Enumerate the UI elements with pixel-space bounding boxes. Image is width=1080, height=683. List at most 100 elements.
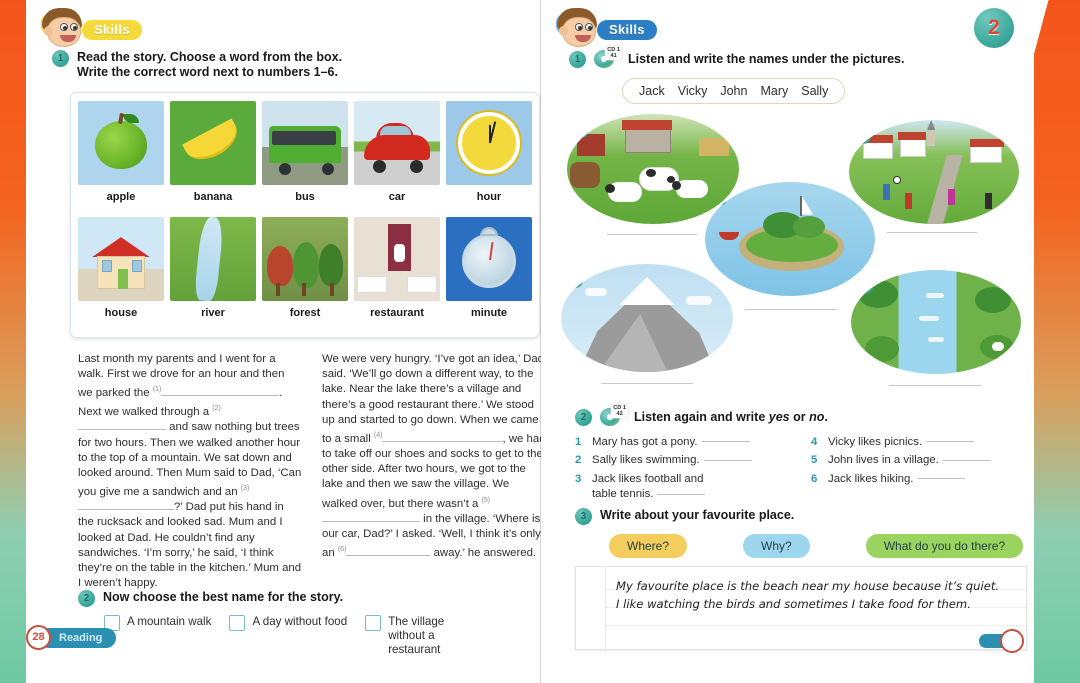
yes-no-item[interactable]: 3 Jack likes football and table tennis. [575,472,787,503]
page-number-right [1000,629,1024,653]
choice-label: The village without a restaurant [388,615,445,656]
vocabulary-label: banana [193,191,233,203]
picture-3-answer-line[interactable] [745,309,837,310]
blank-number-5: (5) [481,496,491,504]
item-number: 4 [811,436,818,448]
item-text: Jack likes hiking. [828,472,914,485]
item-text: Mary has got a pony. [592,436,698,448]
prompt-pill-why[interactable]: Why? [743,534,810,558]
names-word-bank: Jack Vicky John Mary Sally [622,78,846,104]
vocabulary-picture-box: apple banana bus car hour house river fo… [70,92,540,338]
yes-no-item[interactable]: 6 Jack likes hiking. [811,472,1023,487]
vocabulary-cell-hour[interactable]: hour [446,101,532,213]
cd-audio-icon[interactable]: CD 1 41 [594,46,622,70]
story-text: Last month my parents and I went for a w… [78,352,546,591]
vocabulary-label: forest [289,307,321,319]
handwriting-answer-box[interactable]: My favourite place is the beach near my … [575,566,1027,650]
item-number: 2 [575,454,582,467]
vocabulary-label: minute [470,307,508,319]
name-option-jack[interactable]: Jack [639,84,665,98]
answer-blank[interactable] [701,441,750,443]
ruled-line [606,625,1026,626]
story-blank-1[interactable] [161,395,280,397]
story-blank-2[interactable] [78,429,166,431]
story-blank-4[interactable] [382,440,503,442]
item-number: 5 [811,454,818,467]
prompt-pill-what[interactable]: What do you do there? [865,534,1024,558]
picture-4-answer-line[interactable] [601,383,693,384]
picture-number-3: 3 [712,191,727,206]
title-no: no [809,409,825,424]
vocabulary-cell-forest[interactable]: forest [262,217,348,329]
skills-badge-left: Skills [82,20,142,40]
cd-audio-icon-2[interactable]: CD 1 42 [600,404,628,428]
title-or: or [789,409,810,424]
exercise-2-title-left: Now choose the best name for the story. [103,590,344,604]
picture-2-village[interactable]: 2 [849,120,1019,224]
picture-1-answer-line[interactable] [607,234,697,235]
picture-3-island[interactable]: 3 [705,182,875,296]
house-icon [78,217,164,301]
exercise-2-header-right: 2 CD 1 42 Listen again and write yes or … [575,404,1025,428]
name-option-sally[interactable]: Sally [801,84,828,98]
vocabulary-cell-bus[interactable]: bus [262,101,348,213]
vocabulary-row-1: apple banana bus car hour [78,101,532,213]
vocabulary-cell-car[interactable]: car [354,101,440,213]
item-text: Vicky likes picnics. [828,436,923,448]
vocabulary-cell-restaurant[interactable]: restaurant [354,217,440,329]
yes-no-item[interactable]: 5 John lives in a village. [811,453,1023,468]
story-c2-part1: We were very hungry. ‘I’ve got an idea,’… [322,353,545,445]
vocabulary-row-2: house river forest restaurant minute [78,217,532,329]
answer-blank[interactable] [942,459,991,461]
story-blank-6[interactable] [346,554,431,556]
picture-1-farm[interactable]: 1 [567,114,739,224]
prompt-pill-where[interactable]: Where? [609,534,688,558]
choice-option[interactable]: A mountain walk [104,615,211,657]
checkbox-icon[interactable] [229,615,246,631]
exercise-3-number: 3 [575,508,592,525]
picture-4-mountain[interactable]: 4 [561,264,733,372]
choice-option[interactable]: The village without a restaurant [365,615,483,657]
yes-no-item[interactable]: 1 Mary has got a pony. [575,435,787,450]
exercise-2-left: 2 Now choose the best name for the story… [78,590,548,657]
vocabulary-label: river [201,307,225,319]
answer-blank[interactable] [703,459,752,461]
picture-5-river[interactable]: 5 [851,270,1021,374]
exercise-2-number-left: 2 [78,590,95,607]
name-option-john[interactable]: John [720,84,747,98]
story-blank-5[interactable] [322,520,420,522]
vocabulary-cell-minute[interactable]: minute [446,217,532,329]
yes-no-item[interactable]: 4 Vicky likes picnics. [811,435,1023,450]
checkbox-icon[interactable] [365,615,382,631]
title-prefix: Listen again and write [634,409,769,424]
yes-no-item[interactable]: 2 Sally likes swimming. [575,453,787,468]
vocabulary-label: car [388,191,406,203]
item-text: John lives in a village. [828,454,939,467]
blank-number-4: (4) [373,432,383,440]
exercise-1-header-left: 1 Read the story. Choose a word from the… [52,50,492,80]
exercise-3-header: 3 Write about your favourite place. [575,508,1025,525]
picture-2-answer-line[interactable] [887,232,977,233]
vocabulary-cell-river[interactable]: river [170,217,256,329]
exercise-2-right: 2 CD 1 42 Listen again and write yes or … [575,404,1025,506]
choice-option[interactable]: A day without food [229,615,347,657]
answer-blank[interactable] [926,441,975,443]
story-c2-part4: away.’ he answered. [430,546,537,559]
exercise-1-header-right: 1 CD 1 41 Listen and write the names und… [569,46,999,70]
handwritten-line-2: I like watching the birds and sometimes … [616,597,971,611]
answer-blank[interactable] [657,493,706,495]
answer-blank[interactable] [917,478,966,480]
footer-left: 28 Reading [26,625,117,650]
blank-number-6: (6) [337,546,347,554]
vocabulary-cell-banana[interactable]: banana [170,101,256,213]
name-option-mary[interactable]: Mary [760,84,788,98]
picture-5-answer-line[interactable] [889,385,981,386]
answer-box-lines[interactable]: My favourite place is the beach near my … [606,567,1026,649]
cd-track-number-2: 42 [616,411,623,417]
story-blank-3[interactable] [78,509,174,511]
vocabulary-cell-house[interactable]: house [78,217,164,329]
name-option-vicky[interactable]: Vicky [678,84,708,98]
vocabulary-cell-apple[interactable]: apple [78,101,164,213]
vocabulary-label: restaurant [370,307,424,319]
footer-right [979,629,1024,653]
